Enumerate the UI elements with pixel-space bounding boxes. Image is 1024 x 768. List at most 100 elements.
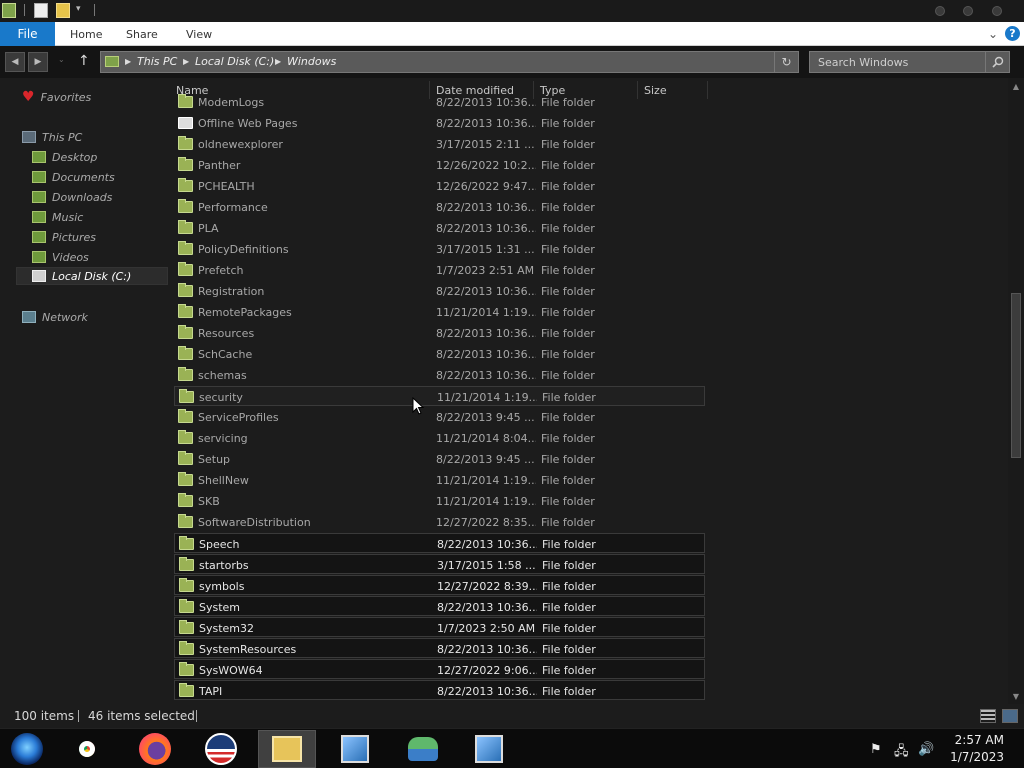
tab-view[interactable]: View [186,22,212,46]
network-tray-icon[interactable]: 🖧 [894,742,909,764]
taskbar-setup-1[interactable] [326,730,384,768]
file-row[interactable]: Setup 8/22/2013 9:45 ... File folder [174,449,705,469]
up-arrow-icon[interactable]: ↑ [78,53,90,69]
vertical-scrollbar[interactable]: ▲ ▼ [1008,78,1024,704]
file-row[interactable]: RemotePackages 11/21/2014 1:19... File fol… [174,302,705,322]
forward-button[interactable]: ▶ [28,52,48,72]
maximize-button[interactable] [963,6,973,16]
file-row[interactable]: Offline Web Pages 8/22/2013 10:36... File … [174,113,705,133]
file-date-modified: 8/22/2013 10:36... [436,95,536,109]
file-name: SoftwareDistribution [198,515,311,529]
properties-icon[interactable] [34,3,48,18]
folder-icon [178,220,193,234]
file-row[interactable]: oldnewexplorer 3/17/2015 2:11 ... File fol… [174,134,705,154]
file-row[interactable]: SKB 11/21/2014 1:19... File folder [174,491,705,511]
file-row[interactable]: Performance 8/22/2013 10:36... File folder [174,197,705,217]
back-button[interactable]: ◀ [5,52,25,72]
file-row[interactable]: ServiceProfiles 8/22/2013 9:45 ... File fo… [174,407,705,427]
file-type: File folder [542,558,596,572]
file-row[interactable]: Panther 12/26/2022 10:2... File folder [174,155,705,175]
file-name: SKB [198,494,220,508]
taskbar-setup-2[interactable] [460,730,518,768]
tab-share[interactable]: Share [126,22,158,46]
file-row[interactable]: symbols 12/27/2022 8:39... File folder [174,575,705,595]
file-row[interactable]: SystemResources 8/22/2013 10:36... File fo… [174,638,705,658]
file-name: TAPI [199,684,223,698]
address-bar[interactable]: ▶ This PC ▶ Local Disk (C:) ▶ Windows ↻ [100,51,799,73]
recent-locations-icon[interactable]: ⌄ [58,55,65,64]
file-row[interactable]: ShellNew 11/21/2014 1:19... File folder [174,470,705,490]
nav-favorites[interactable]: ♥ Favorites [22,88,91,106]
file-row[interactable]: startorbs 3/17/2015 1:58 ... File folder [174,554,705,574]
nav-local-disk[interactable]: Local Disk (C:) [16,267,168,285]
file-row[interactable]: Resources 8/22/2013 10:36... File folder [174,323,705,343]
nav-downloads[interactable]: Downloads [32,188,112,206]
minimize-button[interactable] [935,6,945,16]
breadcrumb-local-disk[interactable]: Local Disk (C:) [195,55,274,68]
file-row[interactable]: schemas 8/22/2013 10:36... File folder [174,365,705,385]
details-view-icon[interactable] [980,709,996,723]
file-row[interactable]: SchCache 8/22/2013 10:36... File folder [174,344,705,364]
nav-documents[interactable]: Documents [32,168,115,186]
action-center-flag-icon[interactable]: ⚑ [870,742,882,757]
breadcrumb-this-pc[interactable]: This PC [137,55,177,68]
nav-network[interactable]: Network [22,308,88,326]
file-row[interactable]: PCHEALTH 12/26/2022 9:47... File folder [174,176,705,196]
tab-file[interactable]: File [0,22,55,46]
help-icon[interactable]: ? [1005,26,1020,41]
search-icon[interactable] [985,52,1009,72]
nav-videos[interactable]: Videos [32,248,89,266]
tab-home[interactable]: Home [70,22,102,46]
file-row[interactable]: Speech 8/22/2013 10:36... File folder [174,533,705,553]
folder-icon [178,325,193,339]
file-name: SystemResources [199,642,297,656]
file-name: Performance [198,200,268,214]
clock[interactable]: 2:57 AM 1/7/2023 [950,732,1004,766]
file-row[interactable]: SysWOW64 12/27/2022 9:06... File folder [174,659,705,679]
file-row[interactable]: Prefetch 1/7/2023 2:51 AM File folder [174,260,705,280]
downloads-folder-icon [32,191,46,203]
new-folder-icon[interactable] [56,3,70,18]
file-row[interactable]: Registration 8/22/2013 10:36... File folde… [174,281,705,301]
nav-pictures[interactable]: Pictures [32,228,96,246]
scrollbar-thumb[interactable] [1011,293,1021,458]
taskbar-firefox[interactable] [126,730,184,768]
taskbar-obama-app[interactable] [192,730,250,768]
folder-icon [178,283,193,297]
nav-this-pc[interactable]: This PC [22,128,82,146]
file-row[interactable]: PLA 8/22/2013 10:36... File folder [174,218,705,238]
scroll-down-icon[interactable]: ▼ [1010,690,1022,702]
volume-icon[interactable]: 🔊 [918,742,934,757]
file-row[interactable]: servicing 11/21/2014 8:04... File folder [174,428,705,448]
search-input[interactable] [810,52,985,72]
file-row[interactable]: security 11/21/2014 1:19... File folder [174,386,705,406]
taskbar-chrome[interactable] [58,730,116,768]
file-date-modified: 8/22/2013 10:36... [437,600,537,614]
chevron-right-icon[interactable]: ▶ [275,57,281,66]
chevron-right-icon[interactable]: ▶ [183,57,189,66]
file-row[interactable]: SoftwareDistribution 12/27/2022 8:35... Fi… [174,512,705,532]
folder-icon [179,578,194,592]
refresh-button[interactable]: ↻ [774,52,798,72]
close-button[interactable] [992,6,1002,16]
taskbar-network-people[interactable] [394,730,452,768]
file-name: oldnewexplorer [198,137,283,151]
customize-dropdown-icon[interactable]: ▾ [76,4,81,14]
file-row[interactable]: ModemLogs 8/22/2013 10:36... File folder [174,92,705,112]
large-icons-view-icon[interactable] [1002,709,1018,723]
start-button[interactable] [0,730,56,768]
nav-music[interactable]: Music [32,208,83,226]
scroll-up-icon[interactable]: ▲ [1010,80,1022,92]
documents-folder-icon [32,171,46,183]
breadcrumb-windows[interactable]: Windows [287,55,336,68]
expand-ribbon-icon[interactable]: ⌄ [988,27,998,41]
chevron-right-icon[interactable]: ▶ [125,57,131,66]
file-row[interactable]: PolicyDefinitions 3/17/2015 1:31 ... File … [174,239,705,259]
file-row[interactable]: TAPI 8/22/2013 10:36... File folder [174,680,705,700]
file-row[interactable]: System32 1/7/2023 2:50 AM File folder [174,617,705,637]
taskbar-file-explorer[interactable] [258,730,316,768]
clock-date: 1/7/2023 [950,750,1004,764]
nav-desktop[interactable]: Desktop [32,148,97,166]
desktop-folder-icon [32,151,46,163]
file-row[interactable]: System 8/22/2013 10:36... File folder [174,596,705,616]
